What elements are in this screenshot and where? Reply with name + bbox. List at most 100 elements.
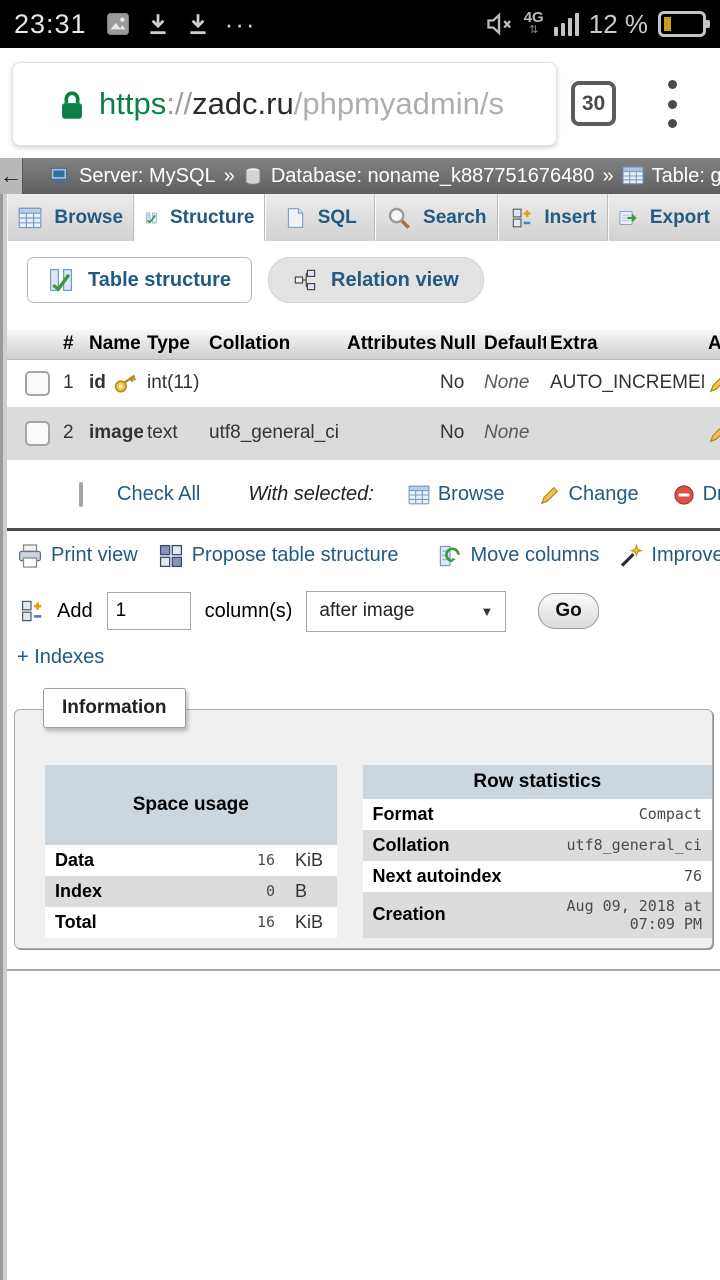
columns-label: column(s) [205, 600, 293, 623]
address-bar[interactable]: https://zadc.ru/phpmyadmin/s [12, 62, 557, 146]
breadcrumb-table[interactable]: Table: gifts_data [652, 165, 720, 188]
default-cell: None [480, 360, 546, 407]
export-icon [619, 206, 638, 230]
printer-icon [17, 543, 43, 569]
check-all-checkbox[interactable] [79, 482, 83, 507]
col-header-num[interactable]: # [59, 329, 85, 360]
structure-icon [48, 267, 74, 293]
tab-insert[interactable]: Insert [498, 194, 608, 241]
server-icon [49, 165, 71, 187]
database-icon [243, 165, 263, 187]
indexes-toggle-link[interactable]: + Indexes [17, 646, 720, 669]
propose-table-structure-link[interactable]: Propose table structure [158, 543, 399, 569]
tab-export[interactable]: Export [608, 194, 720, 241]
col-header-extra[interactable]: Extra [546, 329, 704, 360]
data-activity-icon: ⇅ [529, 24, 538, 36]
information-legend: Information [43, 688, 186, 728]
screenshot-icon [105, 11, 131, 37]
tab-structure[interactable]: Structure [134, 194, 265, 241]
col-header-default[interactable]: Default [480, 329, 546, 360]
type-cell: int(11) [143, 360, 205, 407]
table-row: Format Compact [363, 799, 712, 830]
type-cell: text [143, 407, 205, 460]
row-checkbox[interactable] [25, 371, 50, 396]
browse-icon [18, 206, 42, 230]
extra-cell [546, 407, 704, 460]
signal-strength-icon [554, 12, 579, 36]
breadcrumb-server[interactable]: Server: MySQL [79, 165, 216, 188]
tab-switcher-button[interactable]: 30 [571, 81, 616, 126]
breadcrumb-database[interactable]: Database: noname_k887751676480 [271, 165, 595, 188]
extra-cell: AUTO_INCREMENT [546, 360, 704, 407]
change-pencil-icon[interactable] [708, 422, 720, 444]
browser-toolbar: https://zadc.ru/phpmyadmin/s 30 [0, 48, 720, 158]
tab-browse[interactable]: Browse [7, 194, 134, 241]
null-cell: No [436, 407, 480, 460]
add-column-icon [19, 598, 43, 624]
search-icon [387, 206, 411, 230]
col-header-type[interactable]: Type [143, 329, 205, 360]
back-button[interactable]: ← [0, 158, 23, 194]
table-row: Collation utf8_general_ci [363, 830, 712, 861]
column-name-cell: image [85, 407, 143, 460]
screen: 23:31 ··· 4G ⇅ 12 % https://zadc.ru/phpm… [0, 0, 720, 1280]
sql-page-icon [284, 206, 306, 230]
tab-bar: Browse Structure SQL Search Insert Expor… [7, 194, 720, 241]
url-text: https://zadc.ru/phpmyadmin/s [99, 86, 504, 122]
col-header-name[interactable]: Name [85, 329, 143, 360]
table-row: 2 image text utf8_general_ci No None [7, 407, 720, 460]
table-structure-button[interactable]: Table structure [27, 257, 252, 303]
add-count-input[interactable] [107, 592, 191, 630]
row-num: 2 [59, 407, 85, 460]
network-type: 4G ⇅ [524, 12, 544, 36]
information-fieldset: Information Space usage Data 16 KiB Inde… [14, 709, 713, 949]
divider [7, 969, 720, 971]
divider [7, 528, 720, 531]
tab-search[interactable]: Search [375, 194, 498, 241]
breadcrumb: ← Server: MySQL » Database: noname_k8877… [0, 158, 720, 194]
insert-icon [510, 206, 532, 230]
space-usage-title: Space usage [45, 765, 337, 845]
col-header-collation[interactable]: Collation [205, 329, 343, 360]
col-header-action[interactable]: A [704, 329, 720, 360]
structure-icon [145, 206, 158, 230]
propose-structure-icon [158, 543, 184, 569]
column-name-cell: id [85, 360, 143, 407]
selected-change-link[interactable]: Change [539, 483, 639, 506]
row-checkbox[interactable] [25, 421, 50, 446]
add-label: Add [57, 600, 93, 623]
table-row: Data 16 KiB [45, 845, 337, 876]
action-cell [704, 360, 720, 407]
collation-cell: utf8_general_ci [205, 407, 343, 460]
relation-view-button[interactable]: Relation view [268, 257, 484, 303]
null-cell: No [436, 360, 480, 407]
browser-menu-button[interactable] [666, 80, 678, 128]
move-columns-icon [438, 543, 462, 569]
table-row: Next autoindex 76 [363, 861, 712, 892]
download-icon [145, 11, 171, 37]
add-position-select[interactable]: after image ▼ [306, 591, 506, 632]
improve-table-structure-link[interactable]: Improve ta [619, 544, 720, 568]
move-columns-link[interactable]: Move columns [438, 543, 599, 569]
check-all-link[interactable]: Check All [117, 483, 200, 506]
table-row: 1 id int(11) No None AUTO_INCREMENT [7, 360, 720, 407]
col-header-null[interactable]: Null [436, 329, 480, 360]
battery-percent: 12 % [589, 9, 648, 40]
drop-minus-icon [673, 484, 695, 506]
status-bar: 23:31 ··· 4G ⇅ 12 % [0, 0, 720, 48]
clock: 23:31 [14, 9, 87, 40]
tab-sql[interactable]: SQL [265, 194, 375, 241]
mute-icon [484, 10, 514, 38]
table-row: Index 0 B [45, 876, 337, 907]
add-column-row: Add column(s) after image ▼ Go [19, 591, 720, 632]
relation-view-icon [293, 268, 317, 292]
selected-drop-link[interactable]: Drop [673, 483, 720, 506]
print-view-link[interactable]: Print view [17, 543, 138, 569]
go-button[interactable]: Go [538, 593, 598, 629]
table-header-row: # Name Type Collation Attributes Null De… [7, 329, 720, 360]
row-statistics-table: Row statistics Format Compact Collation … [363, 765, 712, 938]
more-notifications-icon: ··· [225, 14, 257, 34]
selected-browse-link[interactable]: Browse [408, 483, 505, 506]
change-pencil-icon[interactable] [708, 372, 720, 394]
col-header-attributes[interactable]: Attributes [343, 329, 436, 360]
